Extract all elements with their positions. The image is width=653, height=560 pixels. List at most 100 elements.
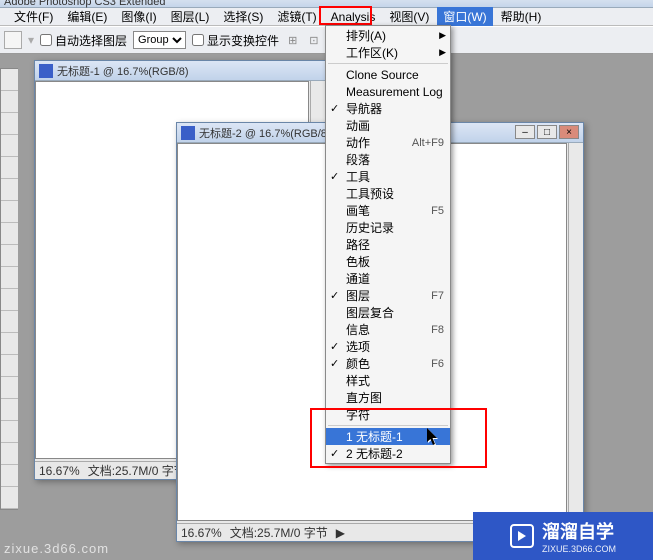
tool-item[interactable]	[1, 465, 18, 487]
maximize-button[interactable]: □	[537, 125, 557, 139]
transform-checkbox-label[interactable]: 显示变换控件	[192, 32, 279, 49]
menu-item-label: 画笔	[346, 202, 370, 219]
toolbox	[0, 68, 18, 510]
menu-item-label: 1 无标题-1	[346, 428, 403, 445]
menu-filter[interactable]: 滤镜(T)	[271, 7, 322, 26]
menu-item[interactable]: 排列(A)▶	[326, 27, 450, 44]
tool-item[interactable]	[1, 487, 18, 509]
tool-item[interactable]	[1, 245, 18, 267]
tool-item[interactable]	[1, 223, 18, 245]
check-icon: ✓	[330, 102, 339, 115]
menu-item[interactable]: ✓ 2 无标题-2	[326, 445, 450, 462]
menu-item-shortcut: F5	[431, 205, 444, 217]
menu-item[interactable]: Clone Source	[326, 66, 450, 83]
menu-item[interactable]: 信息 F8	[326, 321, 450, 338]
menu-item[interactable]: 段落	[326, 151, 450, 168]
autoselect-checkbox-label[interactable]: 自动选择图层	[40, 32, 127, 49]
menu-help[interactable]: 帮助(H)	[495, 7, 548, 26]
tool-item[interactable]	[1, 267, 18, 289]
menu-analysis[interactable]: Analysis	[325, 9, 382, 25]
menu-item-shortcut: F6	[431, 358, 444, 370]
menu-item[interactable]: 直方图	[326, 389, 450, 406]
menu-select[interactable]: 选择(S)	[217, 7, 269, 26]
tool-item[interactable]	[1, 157, 18, 179]
tool-item[interactable]	[1, 443, 18, 465]
menu-item-shortcut: F8	[431, 324, 444, 336]
tool-item[interactable]	[1, 113, 18, 135]
menu-item[interactable]: 工作区(K)▶	[326, 44, 450, 61]
menu-image[interactable]: 图像(I)	[115, 7, 162, 26]
doc2-scrollbar-v[interactable]	[568, 143, 583, 521]
menu-view[interactable]: 视图(V)	[383, 7, 435, 26]
window-menu-dropdown: 排列(A)▶工作区(K)▶ Clone SourceMeasurement Log…	[325, 25, 451, 464]
menu-item-label: 信息	[346, 321, 370, 338]
doc1-zoom[interactable]: 16.67%	[39, 464, 80, 478]
menu-item-label: 动作	[346, 134, 370, 151]
align-icon[interactable]: ⊡	[306, 34, 321, 47]
menu-item-label: 通道	[346, 270, 370, 287]
tool-item[interactable]	[1, 421, 18, 443]
tool-item[interactable]	[1, 179, 18, 201]
tool-item[interactable]	[1, 135, 18, 157]
tool-item[interactable]	[1, 355, 18, 377]
menu-item[interactable]: 工具预设	[326, 185, 450, 202]
doc2-docinfo[interactable]: 文档:25.7M/0 字节	[230, 524, 328, 541]
menu-item-label: 2 无标题-2	[346, 445, 403, 462]
doc2-status-arrow[interactable]: ▶	[336, 526, 345, 540]
menu-separator	[328, 425, 448, 426]
menu-file[interactable]: 文件(F)	[8, 7, 59, 26]
menu-item[interactable]: 历史记录	[326, 219, 450, 236]
menu-item[interactable]: ✓工具	[326, 168, 450, 185]
minimize-button[interactable]: –	[515, 125, 535, 139]
menu-item[interactable]: 图层复合	[326, 304, 450, 321]
transform-checkbox[interactable]	[192, 34, 204, 46]
brand-badge: 溜溜自学 ZIXUE.3D66.COM	[473, 512, 653, 560]
check-icon: ✓	[330, 357, 339, 370]
menu-item[interactable]: 路径	[326, 236, 450, 253]
menu-item[interactable]: 色板	[326, 253, 450, 270]
menu-item-label: 色板	[346, 253, 370, 270]
tool-item[interactable]	[1, 69, 18, 91]
menu-item[interactable]: ✓颜色F6	[326, 355, 450, 372]
submenu-arrow-icon: ▶	[439, 47, 446, 58]
close-button[interactable]: ×	[559, 125, 579, 139]
tool-item[interactable]	[1, 377, 18, 399]
menu-item[interactable]: 动画	[326, 117, 450, 134]
tool-item[interactable]	[1, 201, 18, 223]
menu-item[interactable]: 通道	[326, 270, 450, 287]
menu-item[interactable]: Measurement Log	[326, 83, 450, 100]
menu-item-label: 段落	[346, 151, 370, 168]
tool-item[interactable]	[1, 289, 18, 311]
menu-item-label: 图层复合	[346, 304, 394, 321]
tool-item[interactable]	[1, 91, 18, 113]
menu-item[interactable]: 1 无标题-1	[326, 428, 450, 445]
menu-item-label: 工具预设	[346, 185, 394, 202]
check-icon: ✓	[330, 447, 339, 460]
doc1-docinfo[interactable]: 文档:25.7M/0 字节	[88, 462, 186, 479]
tool-item[interactable]	[1, 399, 18, 421]
menu-item[interactable]: ✓导航器	[326, 100, 450, 117]
menu-item[interactable]: ✓选项	[326, 338, 450, 355]
autoselect-checkbox[interactable]	[40, 34, 52, 46]
menu-window[interactable]: 窗口(W)	[437, 7, 492, 26]
align-icon[interactable]: ⊞	[285, 34, 300, 47]
menu-item[interactable]: 动作Alt+F9	[326, 134, 450, 151]
brand-logo-icon	[510, 524, 534, 548]
move-tool-icon[interactable]	[4, 31, 22, 49]
doc2-zoom[interactable]: 16.67%	[181, 526, 222, 540]
menu-layer[interactable]: 图层(L)	[165, 7, 216, 26]
menu-item[interactable]: 字符	[326, 406, 450, 423]
menu-item[interactable]: ✓图层F7	[326, 287, 450, 304]
menu-edit[interactable]: 编辑(E)	[61, 7, 113, 26]
menu-item-label: 工具	[346, 168, 370, 185]
menu-item[interactable]: 样式	[326, 372, 450, 389]
ps-doc-icon	[181, 126, 195, 140]
tool-item[interactable]	[1, 333, 18, 355]
transform-text: 显示变换控件	[207, 32, 279, 49]
menu-item[interactable]: 画笔 F5	[326, 202, 450, 219]
autoselect-dropdown[interactable]: Group	[133, 31, 186, 49]
menu-item-label: 字符	[346, 406, 370, 423]
doc1-titlebar[interactable]: 无标题-1 @ 16.7%(RGB/8)	[35, 61, 325, 81]
tool-item[interactable]	[1, 311, 18, 333]
menu-item-label: 选项	[346, 338, 370, 355]
